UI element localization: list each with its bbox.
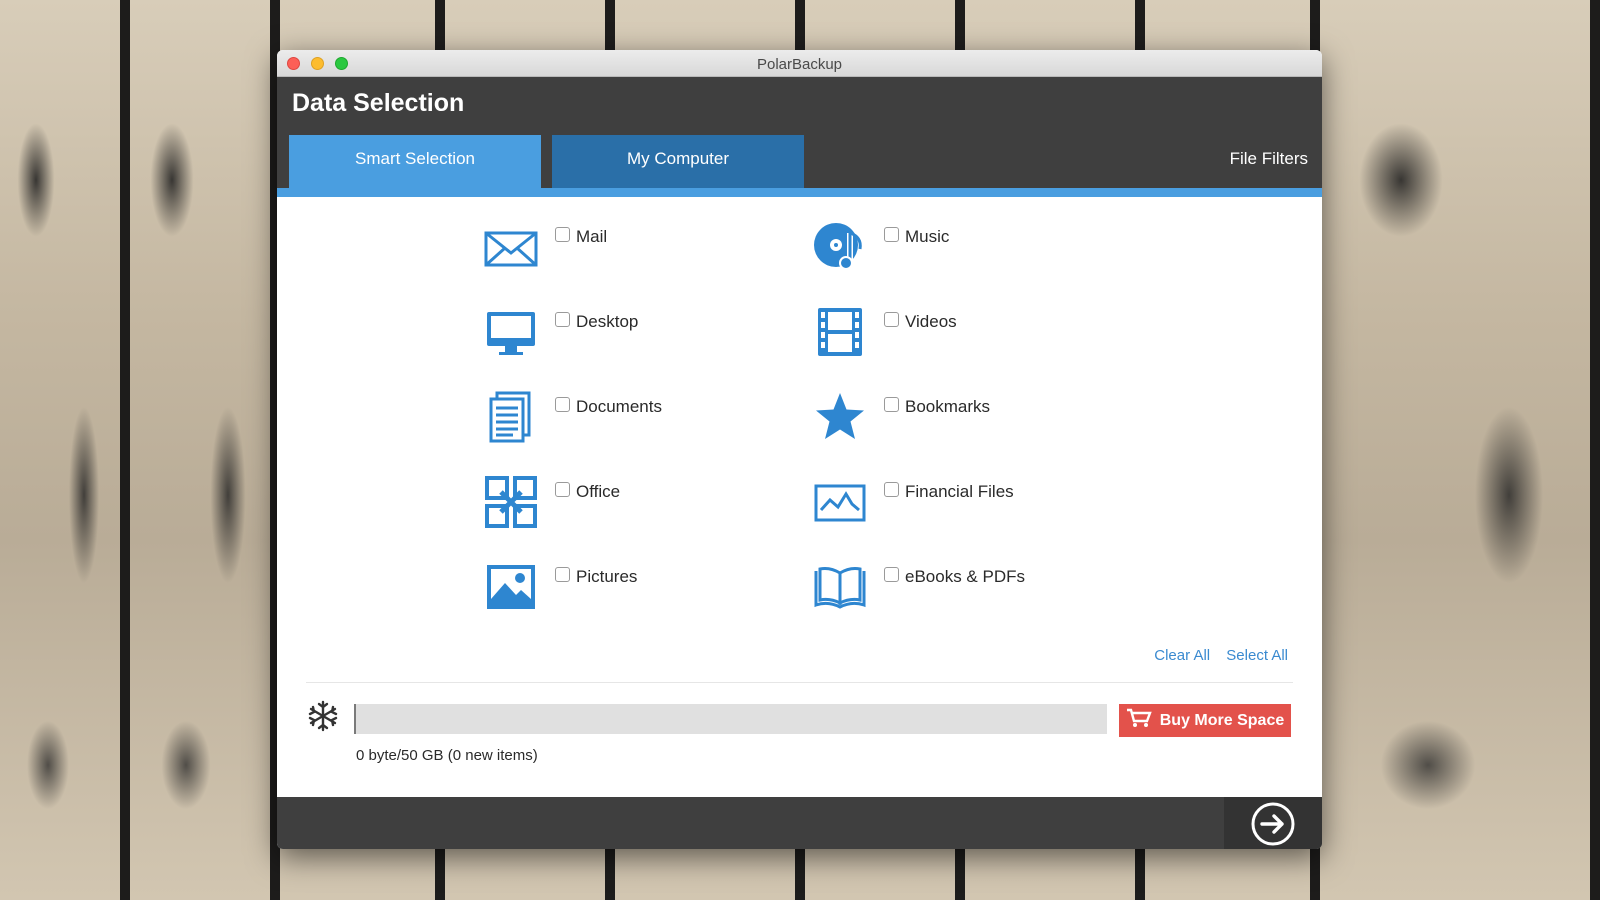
tab-my-computer[interactable]: My Computer — [552, 135, 804, 188]
cart-icon — [1126, 708, 1152, 733]
ebooks-label: eBooks & PDFs — [905, 567, 1025, 586]
category-pictures[interactable]: Pictures — [483, 559, 793, 619]
documents-label: Documents — [576, 397, 662, 416]
mail-icon — [483, 219, 539, 275]
snowflake-icon — [307, 700, 339, 732]
buy-more-space-label: Buy More Space — [1159, 711, 1285, 729]
desktop-checkbox[interactable] — [555, 312, 570, 327]
buy-more-space-button[interactable]: Buy More Space — [1119, 704, 1291, 737]
category-financial-files[interactable]: Financial Files — [812, 474, 1122, 534]
office-label: Office — [576, 482, 621, 501]
storage-progress-bar — [354, 704, 1107, 734]
picture-icon — [483, 559, 539, 615]
mail-label: Mail — [576, 227, 608, 246]
app-window: PolarBackup Data Selection Smart Selecti… — [277, 50, 1322, 849]
film-icon — [812, 304, 868, 360]
music-checkbox[interactable] — [884, 227, 899, 242]
videos-label: Videos — [905, 312, 957, 331]
selection-panel: Mail Desktop Documents Office Pictures M… — [277, 197, 1322, 807]
documents-checkbox[interactable] — [555, 397, 570, 412]
file-filters-link[interactable]: File Filters — [1230, 149, 1308, 169]
tab-smart-selection[interactable]: Smart Selection — [289, 135, 541, 188]
next-arrow-button[interactable] — [1250, 801, 1296, 847]
footer-bar — [277, 797, 1322, 849]
title-bar: PolarBackup — [277, 50, 1322, 77]
category-mail[interactable]: Mail — [483, 219, 793, 279]
office-checkbox[interactable] — [555, 482, 570, 497]
bookmarks-checkbox[interactable] — [884, 397, 899, 412]
category-ebooks-pdfs[interactable]: eBooks & PDFs — [812, 559, 1122, 619]
window-title: PolarBackup — [756, 56, 843, 73]
divider — [306, 682, 1293, 683]
chart-icon — [812, 474, 868, 530]
bookmarks-label: Bookmarks — [905, 397, 991, 416]
storage-usage-text: 0 byte/50 GB (0 new items) — [356, 747, 538, 764]
mail-checkbox[interactable] — [555, 227, 570, 242]
desktop-label: Desktop — [576, 312, 639, 331]
category-documents[interactable]: Documents — [483, 389, 793, 449]
pictures-checkbox[interactable] — [555, 567, 570, 582]
tab-underline — [277, 188, 1322, 197]
ebooks-checkbox[interactable] — [884, 567, 899, 582]
star-icon — [812, 389, 868, 445]
documents-icon — [483, 389, 539, 445]
pictures-label: Pictures — [576, 567, 638, 586]
category-videos[interactable]: Videos — [812, 304, 1122, 364]
page-title: Data Selection — [292, 89, 465, 117]
book-icon — [812, 559, 868, 615]
monitor-icon — [483, 304, 539, 360]
videos-checkbox[interactable] — [884, 312, 899, 327]
category-desktop[interactable]: Desktop — [483, 304, 793, 364]
category-office[interactable]: Office — [483, 474, 793, 534]
music-icon — [812, 219, 868, 275]
app-header: Data Selection Smart Selection My Comput… — [277, 77, 1322, 188]
office-icon — [483, 474, 539, 530]
category-music[interactable]: Music — [812, 219, 1122, 279]
financial-files-checkbox[interactable] — [884, 482, 899, 497]
financial-files-label: Financial Files — [905, 482, 1014, 501]
music-label: Music — [905, 227, 950, 246]
clear-all-link[interactable]: Clear All — [1154, 647, 1210, 664]
category-bookmarks[interactable]: Bookmarks — [812, 389, 1122, 449]
selection-actions: Clear All Select All — [1142, 647, 1288, 664]
select-all-link[interactable]: Select All — [1226, 647, 1288, 664]
